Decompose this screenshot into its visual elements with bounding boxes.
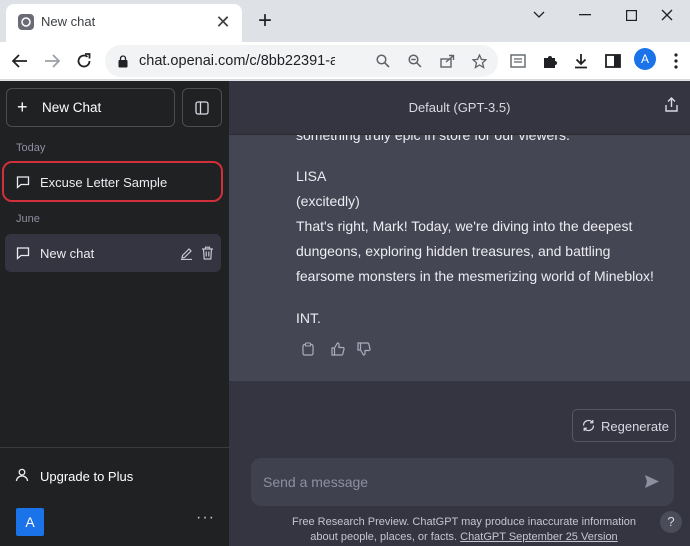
- tab-close-icon[interactable]: ✕: [212, 11, 234, 33]
- tab-title: New chat: [41, 14, 96, 29]
- browser-menu-icon[interactable]: [664, 49, 688, 73]
- message-input[interactable]: [263, 472, 623, 492]
- reload-icon[interactable]: [70, 47, 98, 75]
- send-icon[interactable]: [644, 474, 660, 494]
- assistant-message: something truly epic in store for our vi…: [229, 135, 690, 381]
- search-icon[interactable]: [373, 51, 393, 71]
- delete-trash-icon[interactable]: [198, 244, 216, 262]
- disclaimer-footer: Free Research Preview. ChatGPT may produ…: [289, 515, 639, 545]
- section-label-today: Today: [16, 142, 46, 154]
- user-avatar[interactable]: A: [16, 508, 44, 536]
- user-icon: [15, 468, 29, 485]
- plus-icon: +: [17, 97, 28, 117]
- download-icon[interactable]: [569, 49, 593, 73]
- chat-bubble-icon: [16, 246, 30, 263]
- new-chat-label: New Chat: [42, 100, 102, 115]
- chat-header: Default (GPT-3.5): [229, 81, 690, 135]
- close-window-icon[interactable]: [644, 0, 690, 30]
- zoom-out-icon[interactable]: [405, 51, 425, 71]
- share-icon[interactable]: [665, 97, 678, 117]
- forward-icon[interactable]: [38, 47, 66, 75]
- profile-avatar[interactable]: A: [634, 48, 656, 70]
- minimize-icon[interactable]: [562, 0, 608, 30]
- message-line: LISA: [296, 168, 327, 184]
- browser-toolbar: chat.openai.com/c/8bb22391-a43e...: [0, 42, 690, 80]
- tab-search-icon[interactable]: [516, 0, 562, 30]
- copy-icon[interactable]: [299, 340, 317, 358]
- sidebar-footer: Upgrade to Plus: [0, 447, 229, 484]
- upgrade-label: Upgrade to Plus: [40, 469, 134, 484]
- new-tab-button[interactable]: +: [252, 8, 278, 34]
- chat-item-label: New chat: [40, 246, 95, 261]
- regenerate-button[interactable]: Regenerate: [572, 409, 676, 442]
- sidebar: + New Chat Today Excuse Letter Sample Ju…: [0, 81, 229, 546]
- bookmark-star-icon[interactable]: [469, 51, 489, 71]
- chat-main: Default (GPT-3.5) something truly epic i…: [229, 81, 690, 546]
- chat-item-new-chat[interactable]: New chat: [5, 234, 221, 272]
- refresh-icon: [582, 419, 595, 435]
- back-icon[interactable]: [6, 47, 34, 75]
- lock-icon[interactable]: [113, 51, 133, 71]
- more-options-icon[interactable]: ···: [196, 509, 215, 527]
- browser-titlebar: New chat ✕ +: [0, 0, 690, 42]
- toggle-sidebar-button[interactable]: [182, 88, 222, 127]
- message-line: dungeons, exploring hidden treasures, an…: [296, 243, 611, 259]
- upgrade-to-plus-button[interactable]: Upgrade to Plus: [5, 456, 221, 496]
- browser-tab[interactable]: New chat ✕: [6, 4, 242, 42]
- message-line: That's right, Mark! Today, we're diving …: [296, 218, 633, 234]
- regenerate-label: Regenerate: [601, 419, 669, 434]
- sidebar-toggle-icon: [195, 100, 209, 115]
- thumbs-up-icon[interactable]: [329, 340, 347, 358]
- side-panel-icon[interactable]: [601, 49, 625, 73]
- message-line: INT.: [296, 310, 321, 326]
- address-bar[interactable]: chat.openai.com/c/8bb22391-a43e...: [105, 45, 498, 77]
- share-page-icon[interactable]: [437, 51, 457, 71]
- openai-favicon-icon: [18, 14, 34, 30]
- message-line: something truly epic in store for our vi…: [296, 135, 570, 143]
- help-button[interactable]: ?: [660, 511, 682, 533]
- new-chat-button[interactable]: + New Chat: [6, 88, 175, 127]
- thumbs-down-icon[interactable]: [355, 340, 373, 358]
- highlight-annotation: [2, 161, 223, 202]
- section-label-june: June: [16, 213, 40, 225]
- extensions-icon[interactable]: [538, 49, 562, 73]
- message-input-box: [251, 458, 674, 506]
- message-line: fearsome monsters in the mesmerizing wor…: [296, 268, 654, 284]
- message-line: (excitedly): [296, 193, 360, 209]
- version-link[interactable]: ChatGPT September 25 Version: [460, 531, 618, 543]
- url-text[interactable]: chat.openai.com/c/8bb22391-a43e...: [139, 53, 335, 69]
- reading-list-icon[interactable]: [506, 49, 530, 73]
- model-title[interactable]: Default (GPT-3.5): [229, 100, 690, 115]
- edit-pencil-icon[interactable]: [177, 244, 195, 262]
